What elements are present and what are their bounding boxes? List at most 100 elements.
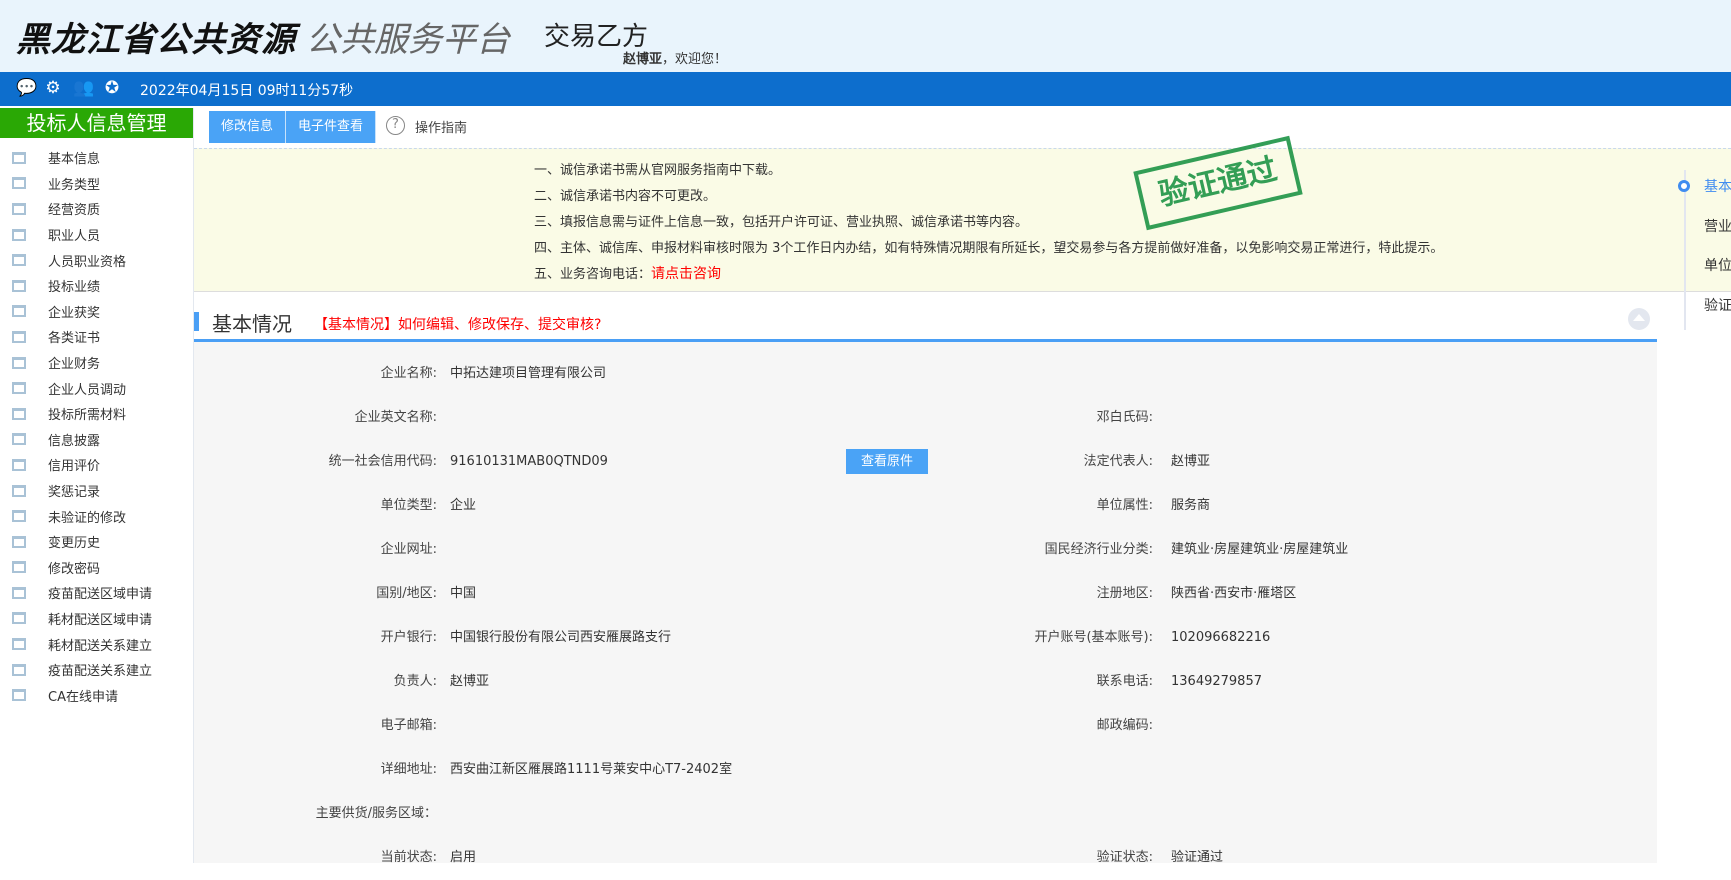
- sidebar-item-label: 疫苗配送区域申请: [48, 587, 153, 603]
- sidebar-item-label: 耗材配送关系建立: [48, 638, 153, 654]
- gear-icon[interactable]: ⚙: [43, 78, 63, 98]
- field-value: 建筑业·房屋建筑业·房屋建筑业: [1171, 542, 1349, 557]
- chat-icon[interactable]: 💬: [16, 78, 37, 98]
- field-value: 91610131MAB0QTND09: [450, 454, 608, 469]
- sidebar-item-label: 企业人员调动: [48, 382, 127, 398]
- sidebar-item[interactable]: 业务类型: [0, 171, 193, 197]
- field-value: 赵博亚: [450, 674, 490, 689]
- view-original-button[interactable]: 查看原件: [846, 449, 928, 474]
- sidebar-item[interactable]: 人员职业资格: [0, 247, 193, 273]
- list-icon: [12, 535, 26, 548]
- list-icon: [12, 330, 26, 343]
- sidebar-item[interactable]: 经营资质: [0, 196, 193, 222]
- form-row: 电子邮箱: 邮政编码:: [194, 704, 1657, 748]
- sidebar-item[interactable]: 基本信息: [0, 145, 193, 171]
- sidebar: 投标人信息管理 基本信息 业务类型 经营资质 职业人员 人员职业资格 投标业绩 企业获奖 各类…: [0, 108, 194, 863]
- sidebar-item[interactable]: 企业人员调动: [0, 375, 193, 401]
- list-icon: [12, 638, 26, 651]
- field-value: 中国: [450, 586, 477, 601]
- list-icon: [12, 177, 26, 190]
- notice-line: 四、主体、诚信库、申报材料审核时限为 3个工作日内办结，如有特殊情况期限有所延长…: [534, 241, 1444, 256]
- list-icon: [12, 407, 26, 420]
- sidebar-item[interactable]: 各类证书: [0, 324, 193, 350]
- sidebar-item-label: 职业人员: [48, 229, 101, 245]
- list-icon: [12, 356, 26, 369]
- anchor-nav-item[interactable]: 营业: [1704, 216, 1731, 236]
- view-documents-button[interactable]: 电子件查看: [286, 111, 377, 143]
- sidebar-item[interactable]: 奖惩记录: [0, 478, 193, 504]
- sidebar-item[interactable]: 修改密码: [0, 555, 193, 581]
- field-value: 102096682216: [1171, 630, 1271, 645]
- logo-title: 黑龙江省公共资源: [16, 20, 296, 60]
- form-row: 企业网址: 国民经济行业分类: 建筑业·房屋建筑业·房屋建筑业: [194, 528, 1657, 572]
- list-icon: [12, 689, 26, 702]
- field-value: 陕西省·西安市·雁塔区: [1171, 586, 1297, 601]
- verified-stamp: 验证通过: [1133, 135, 1303, 231]
- list-icon: [12, 510, 26, 523]
- sidebar-item-label: 基本信息: [48, 152, 101, 168]
- field-value: 赵博亚: [1171, 454, 1211, 469]
- notice-line: 一、诚信承诺书需从官网服务指南中下载。: [534, 163, 782, 178]
- field-label: 企业名称:: [380, 366, 437, 381]
- guide-link[interactable]: 操作指南: [415, 117, 467, 136]
- anchor-nav-item[interactable]: 验证: [1704, 295, 1731, 315]
- notice-line: 二、诚信承诺书内容不可更改。: [534, 189, 717, 204]
- field-label: 主要供货/服务区域：: [315, 806, 437, 821]
- site-header: 黑龙江省公共资源 公共服务平台 交易乙方 赵博亚，欢迎您！: [0, 0, 1731, 72]
- anchor-nav-item[interactable]: 单位: [1704, 255, 1731, 275]
- list-icon: [12, 305, 26, 318]
- sidebar-item[interactable]: CA在线申请: [0, 682, 193, 708]
- logo-subtitle: 公共服务平台: [306, 20, 510, 60]
- top-bar: 💬 ⚙ 👥 ✪ 2022年04月15日 09时11分57秒: [0, 72, 1731, 106]
- consult-link[interactable]: 请点击咨询: [651, 266, 721, 282]
- form-row: 统一社会信用代码: 91610131MAB0QTND09 法定代表人: 赵博亚 查看原件: [194, 440, 1657, 484]
- field-label: 单位属性:: [1096, 498, 1153, 513]
- sidebar-item[interactable]: 疫苗配送区域申请: [0, 580, 193, 606]
- form-row: 主要供货/服务区域：: [194, 792, 1657, 836]
- sidebar-item[interactable]: 信息披露: [0, 427, 193, 453]
- welcome-suffix: ，欢迎您！: [662, 52, 728, 67]
- sidebar-item[interactable]: 信用评价: [0, 452, 193, 478]
- field-label: 注册地区:: [1096, 586, 1153, 601]
- notice-line: 五、业务咨询电话：请点击咨询: [534, 263, 721, 283]
- list-icon: [12, 663, 26, 676]
- field-value: 企业: [450, 498, 477, 513]
- form-row: 当前状态: 启用 验证状态: 验证通过: [194, 836, 1657, 880]
- field-value: 启用: [450, 850, 477, 865]
- sidebar-item-label: 信用评价: [48, 459, 101, 475]
- sidebar-item[interactable]: 投标业绩: [0, 273, 193, 299]
- collapse-icon[interactable]: [1628, 308, 1650, 330]
- sidebar-item[interactable]: 耗材配送区域申请: [0, 606, 193, 632]
- sidebar-item-label: 投标业绩: [48, 280, 101, 296]
- sidebar-item[interactable]: 企业财务: [0, 350, 193, 376]
- sidebar-item-label: 企业财务: [48, 357, 101, 373]
- help-icon[interactable]: ?: [386, 116, 405, 135]
- anchor-nav-item[interactable]: 基本: [1704, 176, 1731, 196]
- sidebar-item[interactable]: 耗材配送关系建立: [0, 631, 193, 657]
- edit-info-button[interactable]: 修改信息: [209, 111, 287, 143]
- field-label: 详细地址:: [380, 762, 437, 777]
- sidebar-item[interactable]: 投标所需材料: [0, 401, 193, 427]
- field-label: 电子邮箱:: [380, 718, 437, 733]
- field-label: 负责人:: [393, 674, 437, 689]
- sidebar-item[interactable]: 未验证的修改: [0, 503, 193, 529]
- field-label: 开户账号(基本账号):: [1034, 630, 1153, 645]
- list-icon: [12, 254, 26, 267]
- notice-line: 三、填报信息需与证件上信息一致，包括开户许可证、营业执照、诚信承诺书等内容。: [534, 215, 1029, 230]
- globe-icon[interactable]: ✪: [102, 78, 122, 98]
- consult-label: 五、业务咨询电话：: [534, 267, 652, 282]
- sidebar-item-label: 经营资质: [48, 203, 101, 219]
- sidebar-item[interactable]: 变更历史: [0, 529, 193, 555]
- datetime: 2022年04月15日 09时11分57秒: [140, 83, 354, 99]
- sidebar-item-label: 人员职业资格: [48, 254, 127, 270]
- sidebar-item[interactable]: 职业人员: [0, 222, 193, 248]
- list-icon: [12, 279, 26, 292]
- sidebar-item[interactable]: 企业获奖: [0, 299, 193, 325]
- list-icon: [12, 484, 26, 497]
- users-icon[interactable]: 👥: [73, 78, 94, 98]
- section-help-link[interactable]: 【基本情况】如何编辑、修改保存、提交审核?: [314, 314, 601, 334]
- sidebar-item-label: 疫苗配送关系建立: [48, 664, 153, 680]
- sidebar-item[interactable]: 疫苗配送关系建立: [0, 657, 193, 683]
- field-value: 13649279857: [1171, 674, 1262, 689]
- list-icon: [12, 612, 26, 625]
